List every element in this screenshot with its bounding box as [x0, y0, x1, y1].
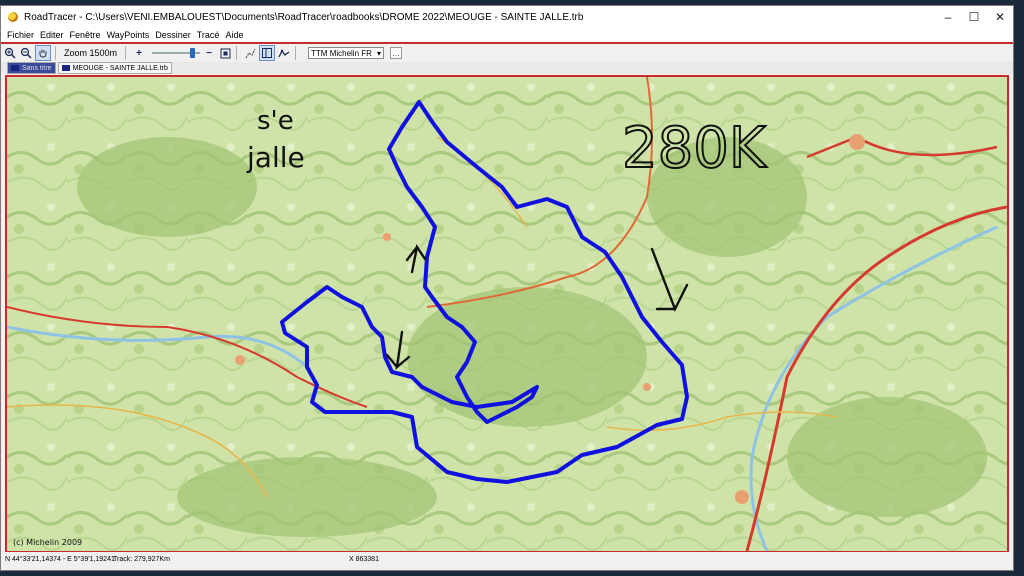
handwritten-place-line2: jalle	[246, 141, 305, 174]
hand-icon[interactable]	[35, 45, 51, 61]
taskbar-strip	[0, 571, 1024, 576]
map-source-value: TTM Michelin FR	[311, 48, 372, 58]
title-bar: RoadTracer - C:\Users\VENI.EMBALOUEST\Do…	[1, 6, 1013, 28]
route-icon[interactable]	[243, 46, 257, 60]
zoom-in-icon[interactable]	[3, 46, 17, 60]
handwritten-distance: 280K	[622, 116, 767, 181]
tab-meouge-sainte-jalle[interactable]: MEOUGE - SAINTE JALLE.trb	[57, 62, 172, 74]
panel-icon[interactable]	[259, 45, 276, 61]
window-title: RoadTracer - C:\Users\VENI.EMBALOUEST\Do…	[24, 11, 584, 23]
map-view[interactable]: s'e jalle 280K (c) Michelin 2009	[5, 75, 1009, 553]
zoom-slider[interactable]	[152, 46, 201, 60]
map-copyright: (c) Michelin 2009	[13, 538, 82, 547]
zoom-plus-button[interactable]: +	[132, 46, 146, 60]
toolbar-separator	[55, 46, 56, 60]
document-color-swatch	[61, 65, 70, 71]
trace-icon[interactable]	[277, 46, 291, 60]
roadtracer-app-icon	[8, 12, 18, 22]
menu-dessiner[interactable]: Dessiner	[155, 30, 191, 40]
menu-aide[interactable]: Aide	[225, 30, 243, 40]
map-options-button[interactable]: …	[390, 47, 403, 59]
menu-fichier[interactable]: Fichier	[7, 30, 34, 40]
chevron-down-icon: ▾	[377, 48, 382, 58]
toolbar-separator	[125, 46, 127, 60]
tab-label: MEOUGE - SAINTE JALLE.trb	[72, 64, 168, 72]
tab-sans-titre[interactable]: Sans titre	[7, 62, 56, 74]
minimize-button[interactable]: –	[935, 6, 961, 28]
zoom-minus-button[interactable]: −	[202, 46, 216, 60]
maximize-button[interactable]: ☐	[961, 6, 987, 28]
document-tabs: Sans titre MEOUGE - SAINTE JALLE.trb	[1, 62, 1013, 74]
zoom-level-label: Zoom 1500m	[64, 48, 118, 58]
menu-bar: Fichier Editer Fenêtre WayPoints Dessine…	[1, 28, 1013, 42]
menu-waypoints[interactable]: WayPoints	[107, 30, 150, 40]
tab-label: Sans titre	[22, 64, 52, 72]
toolbar-separator	[236, 46, 238, 60]
document-color-swatch	[11, 65, 19, 71]
status-x-value: X 863381	[349, 556, 379, 563]
handwritten-place-line1: s'e	[257, 106, 294, 136]
status-track-length: Track: 279,927Km	[113, 556, 170, 563]
zoom-out-icon[interactable]	[19, 46, 33, 60]
window-controls: – ☐ ✕	[935, 6, 1013, 28]
menu-fenetre[interactable]: Fenêtre	[70, 30, 101, 40]
fit-icon[interactable]	[218, 46, 232, 60]
menu-trace[interactable]: Tracé	[197, 30, 220, 40]
close-button[interactable]: ✕	[987, 6, 1013, 28]
zoom-slider-thumb[interactable]	[190, 48, 196, 58]
map-source-select[interactable]: TTM Michelin FR ▾	[308, 47, 385, 59]
menu-editer[interactable]: Editer	[40, 30, 64, 40]
status-bar: N 44°33'21,14374 - E 5°39'1,19241 Track:…	[1, 552, 1013, 568]
app-window: RoadTracer - C:\Users\VENI.EMBALOUEST\Do…	[0, 5, 1014, 571]
toolbar-separator	[295, 46, 297, 60]
toolbar: Zoom 1500m + − TTM Michelin FR ▾ …	[1, 42, 1013, 62]
status-coordinates: N 44°33'21,14374 - E 5°39'1,19241	[5, 556, 115, 563]
